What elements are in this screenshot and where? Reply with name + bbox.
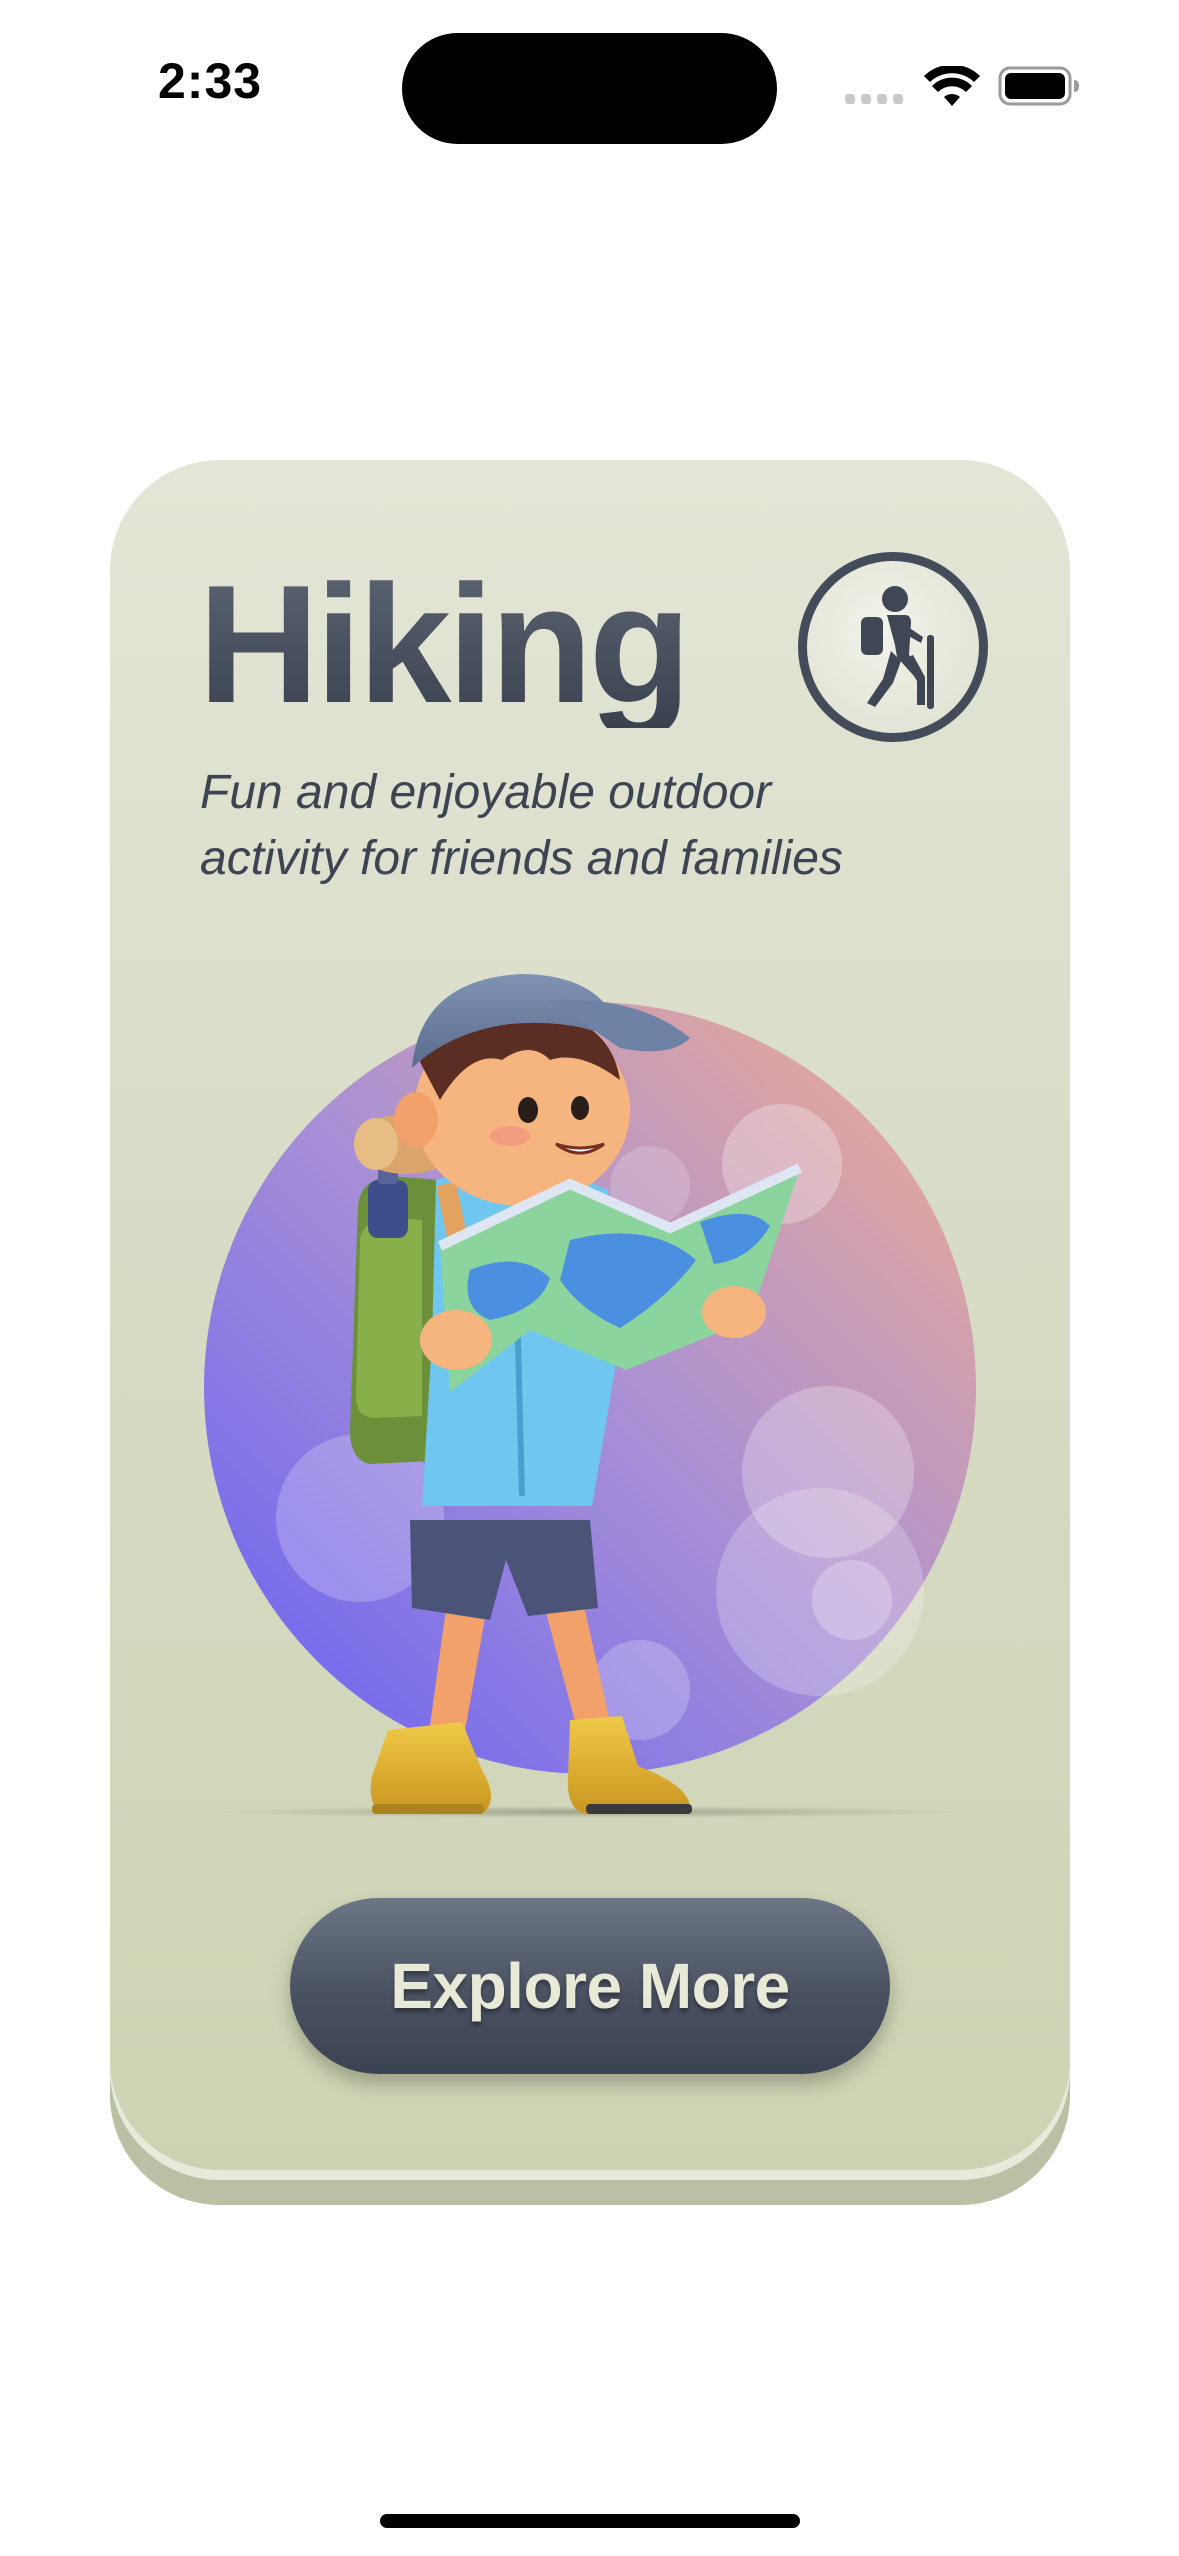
subtitle-line-2: activity for friends and families <box>200 832 843 885</box>
screen: 2:33 Hiking Fun and enjoyable outdoor ac… <box>0 0 1179 2556</box>
hiking-card: Hiking Fun and enjoyable outdoor activit… <box>110 460 1070 2170</box>
status-time: 2:33 <box>158 53 263 109</box>
explore-more-button[interactable]: Explore More <box>290 1898 890 2074</box>
subtitle-line-1: Fun and enjoyable outdoor <box>200 766 772 819</box>
hiker-icon <box>861 586 934 709</box>
home-indicator[interactable] <box>380 2514 800 2528</box>
hiker-badge <box>798 552 988 742</box>
cellular-signal-icon <box>845 94 903 104</box>
card-subtitle: Fun and enjoyable outdoor activity for f… <box>200 760 1000 892</box>
wifi-icon <box>924 66 980 106</box>
explore-more-label: Explore More <box>390 1950 790 2022</box>
dynamic-island <box>402 33 777 144</box>
hiker-illustration <box>204 974 976 1818</box>
card-title: Hiking <box>198 550 691 738</box>
battery-icon <box>998 66 1079 106</box>
